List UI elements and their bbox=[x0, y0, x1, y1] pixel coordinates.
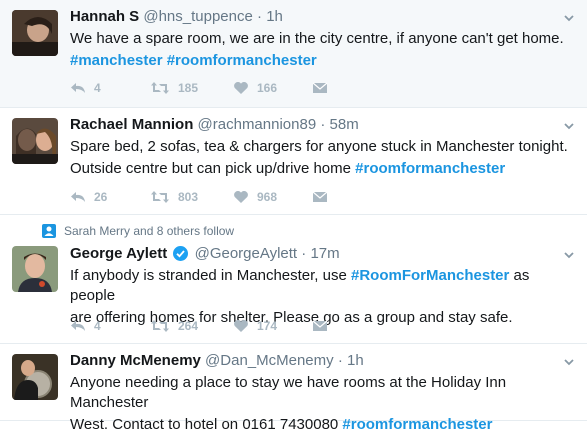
tweet-text-line1: Spare bed, 2 sofas, tea & chargers for a… bbox=[70, 138, 568, 155]
retweet-icon bbox=[151, 191, 169, 203]
tweet[interactable]: Sarah Merry and 8 others follow George A… bbox=[0, 215, 587, 344]
author-handle[interactable]: @hns_tuppence bbox=[143, 8, 252, 25]
reply-button[interactable]: 4 bbox=[70, 317, 101, 335]
avatar[interactable] bbox=[12, 354, 58, 400]
social-context[interactable]: Sarah Merry and 8 others follow bbox=[42, 224, 234, 238]
author-handle[interactable]: @GeorgeAylett bbox=[195, 245, 298, 262]
tweet[interactable]: Hannah S @hns_tuppence · 1h We have a sp… bbox=[0, 0, 587, 108]
reply-button[interactable]: 26 bbox=[70, 188, 107, 206]
reply-icon bbox=[71, 192, 85, 202]
tweet-text-line1: Anyone needing a place to stay we have r… bbox=[70, 374, 507, 411]
tweet-text-line2: West. Contact to hotel on 0161 7430080 #… bbox=[70, 415, 573, 435]
avatar-image bbox=[12, 246, 58, 292]
direct-message-button[interactable] bbox=[312, 317, 328, 335]
timestamp[interactable]: 1h bbox=[266, 8, 283, 25]
chevron-down-icon[interactable] bbox=[563, 120, 575, 132]
verified-badge-icon bbox=[173, 246, 189, 261]
social-context-text: Sarah Merry and 8 others follow bbox=[64, 224, 235, 238]
reply-button[interactable]: 4 bbox=[70, 79, 101, 97]
hashtag-link[interactable]: #roomformanchester bbox=[355, 160, 505, 177]
tweet-text: Outside centre but can pick up/drive hom… bbox=[70, 160, 356, 177]
retweet-count: 803 bbox=[178, 190, 199, 204]
envelope-icon bbox=[312, 82, 328, 93]
heart-icon bbox=[234, 82, 248, 94]
envelope-icon bbox=[312, 191, 328, 202]
like-count: 968 bbox=[257, 190, 278, 204]
like-button[interactable]: 174 bbox=[233, 317, 277, 335]
retweet-count: 264 bbox=[178, 319, 199, 333]
author-handle[interactable]: @Dan_McMenemy bbox=[205, 352, 334, 369]
tweet[interactable]: Danny McMenemy @Dan_McMenemy · 1h Anyone… bbox=[0, 344, 587, 433]
avatar-image bbox=[12, 354, 58, 400]
tweet-text: West. Contact to hotel on 0161 7430080 bbox=[70, 416, 343, 433]
reply-count: 4 bbox=[94, 319, 101, 333]
like-button[interactable]: 968 bbox=[233, 188, 277, 206]
envelope-icon bbox=[312, 320, 328, 331]
separator-dot: · bbox=[320, 116, 326, 133]
tweet-hashtags: #manchester #roomformanchester bbox=[70, 51, 573, 71]
heart-icon bbox=[234, 320, 248, 332]
person-icon bbox=[42, 224, 56, 238]
retweet-button[interactable]: 185 bbox=[150, 79, 198, 97]
timestamp[interactable]: 58m bbox=[330, 116, 359, 133]
separator-dot: · bbox=[337, 352, 343, 369]
heart-icon bbox=[234, 191, 248, 203]
tweet[interactable]: Rachael Mannion @rachmannion89 · 58m Spa… bbox=[0, 108, 587, 215]
like-count: 166 bbox=[257, 81, 278, 95]
avatar-image bbox=[12, 118, 58, 164]
retweet-button[interactable]: 803 bbox=[150, 188, 198, 206]
hashtag-link[interactable]: #RoomForManchester bbox=[351, 267, 509, 284]
avatar-image bbox=[12, 10, 58, 56]
hashtag-link[interactable]: #manchester #roomformanchester bbox=[70, 52, 317, 69]
tweet-text-line2: Outside centre but can pick up/drive hom… bbox=[70, 159, 573, 179]
like-count: 174 bbox=[257, 319, 278, 333]
chevron-down-icon[interactable] bbox=[563, 356, 575, 368]
author-name[interactable]: Rachael Mannion bbox=[70, 116, 193, 133]
avatar[interactable] bbox=[12, 10, 58, 56]
retweet-button[interactable]: 264 bbox=[150, 317, 198, 335]
author-name[interactable]: George Aylett bbox=[70, 245, 167, 262]
tweet-text: We have a spare room, we are in the city… bbox=[70, 30, 564, 47]
chevron-down-icon[interactable] bbox=[563, 12, 575, 24]
chevron-down-icon[interactable] bbox=[563, 249, 575, 261]
direct-message-button[interactable] bbox=[312, 188, 328, 206]
retweet-icon bbox=[151, 320, 169, 332]
like-button[interactable]: 166 bbox=[233, 79, 277, 97]
avatar[interactable] bbox=[12, 118, 58, 164]
tweet-text: If anybody is stranded in Manchester, us… bbox=[70, 267, 351, 284]
separator-dot: · bbox=[257, 8, 263, 25]
timestamp[interactable]: 17m bbox=[310, 245, 339, 262]
author-handle[interactable]: @rachmannion89 bbox=[198, 116, 317, 133]
retweet-icon bbox=[151, 82, 169, 94]
author-name[interactable]: Hannah S bbox=[70, 8, 139, 25]
tweet-text-line1: If anybody is stranded in Manchester, us… bbox=[70, 266, 573, 306]
author-name[interactable]: Danny McMenemy bbox=[70, 352, 201, 369]
direct-message-button[interactable] bbox=[312, 79, 328, 97]
reply-count: 26 bbox=[94, 190, 108, 204]
reply-icon bbox=[71, 83, 85, 93]
reply-count: 4 bbox=[94, 81, 101, 95]
hashtag-link[interactable]: #roomformanchester bbox=[342, 416, 492, 433]
timestamp[interactable]: 1h bbox=[347, 352, 364, 369]
separator-dot: · bbox=[301, 245, 307, 262]
reply-icon bbox=[71, 321, 85, 331]
retweet-count: 185 bbox=[178, 81, 199, 95]
avatar[interactable] bbox=[12, 246, 58, 292]
